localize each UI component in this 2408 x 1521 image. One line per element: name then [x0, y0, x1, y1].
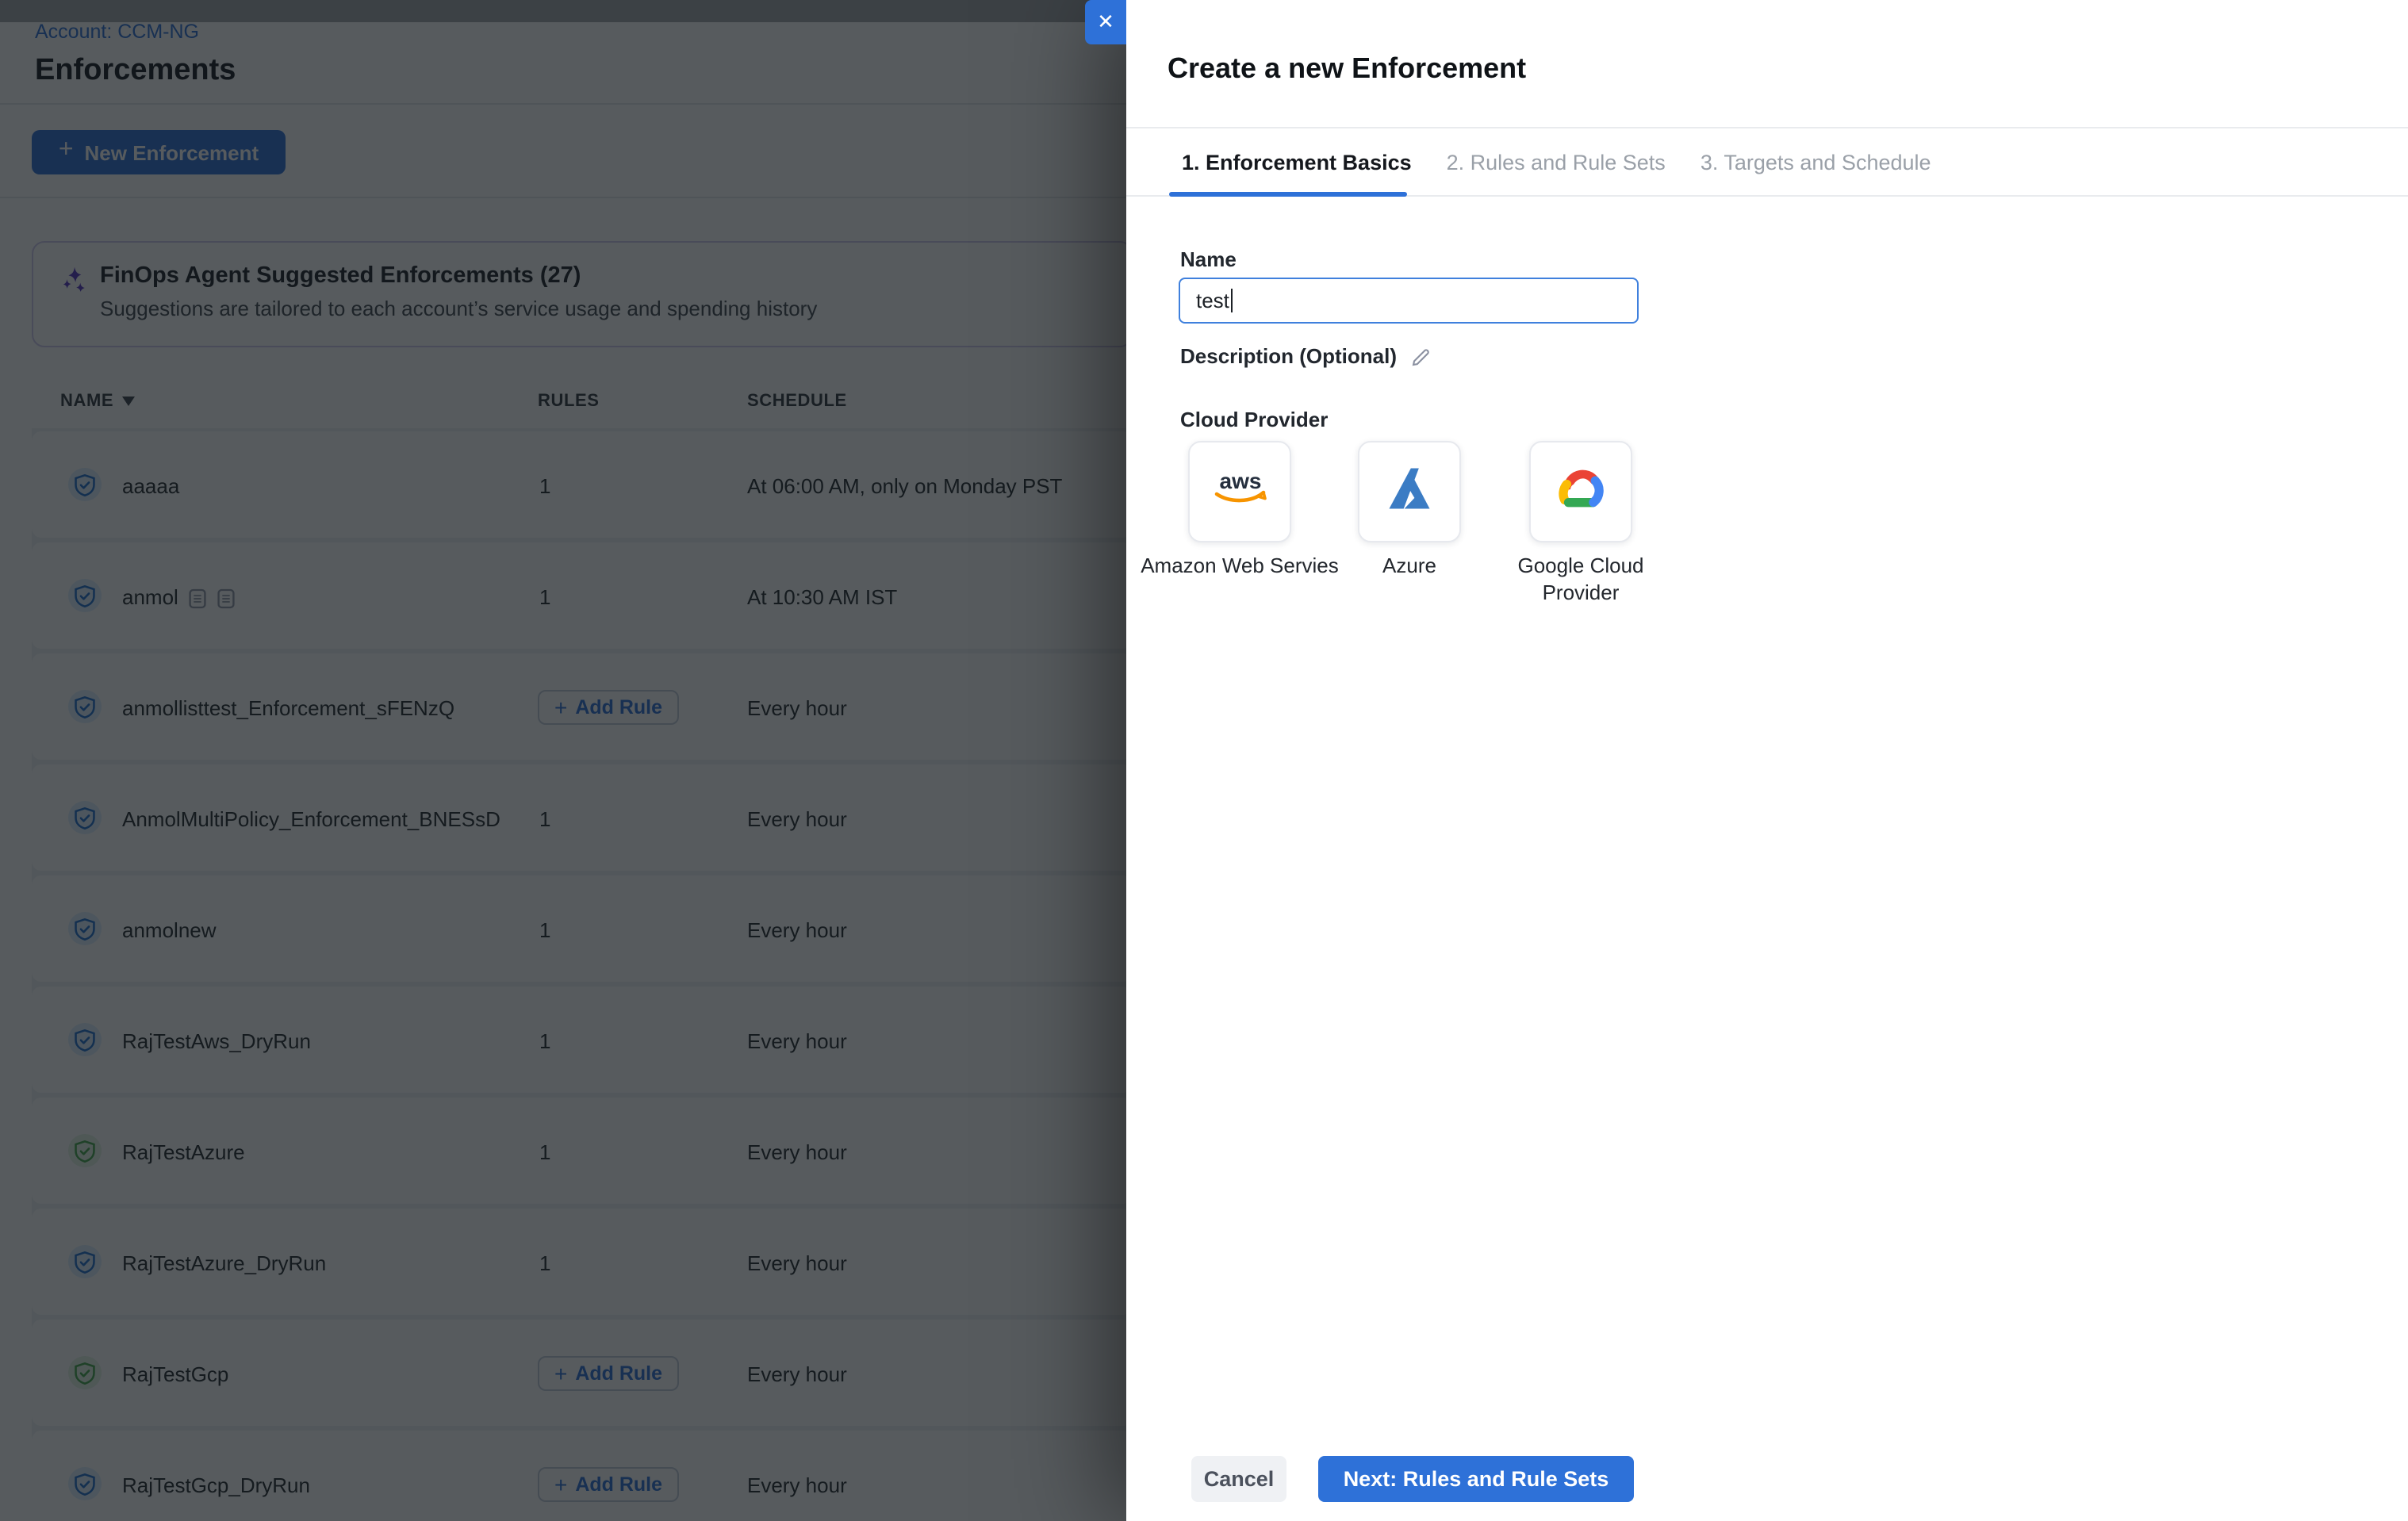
name-field-label: Name: [1180, 247, 1237, 271]
aws-logo-icon: aws: [1210, 468, 1270, 515]
svg-text:aws: aws: [1219, 469, 1261, 493]
text-cursor: [1231, 289, 1233, 312]
provider-label: Google Cloud Provider: [1478, 554, 1684, 606]
active-tab-underline: [1169, 192, 1407, 197]
wizard-tabbar: 1. Enforcement Basics 2. Rules and Rule S…: [1126, 127, 2408, 197]
drawer-footer: Cancel Next: Rules and Rule Sets: [1126, 1456, 2408, 1502]
cloud-provider-options: awsAmazon Web ServiesAzureGoogle Cloud P…: [1126, 441, 2408, 679]
close-icon: ✕: [1097, 10, 1114, 35]
provider-option-gcp: Google Cloud Provider: [1478, 441, 1684, 606]
gcp-logo-icon: [1550, 463, 1612, 520]
cloud-provider-label: Cloud Provider: [1180, 408, 1328, 431]
description-field-label: Description (Optional): [1180, 344, 1397, 368]
provider-card-gcp[interactable]: [1529, 441, 1632, 542]
cancel-button[interactable]: Cancel: [1191, 1456, 1286, 1502]
drawer-title: Create a new Enforcement: [1168, 52, 1526, 86]
azure-logo-icon: [1385, 465, 1434, 518]
edit-pencil-icon[interactable]: [1409, 347, 1430, 367]
wizard-tab-3[interactable]: 3. Targets and Schedule: [1701, 150, 1931, 174]
name-input[interactable]: test: [1179, 278, 1639, 324]
name-input-value: test: [1196, 289, 1229, 312]
wizard-tab-2[interactable]: 2. Rules and Rule Sets: [1447, 150, 1666, 174]
provider-card-azure[interactable]: [1358, 441, 1461, 542]
next-button[interactable]: Next: Rules and Rule Sets: [1318, 1456, 1634, 1502]
close-button[interactable]: ✕: [1085, 0, 1126, 44]
create-enforcement-drawer: ✕ Create a new Enforcement 1. Enforcemen…: [1126, 0, 2408, 1521]
wizard-tab-1[interactable]: 1. Enforcement Basics: [1182, 150, 1412, 174]
app-root: Account: CCM-NG Enforcements + New Enfor…: [0, 0, 2408, 1521]
provider-card-aws[interactable]: aws: [1188, 441, 1291, 542]
